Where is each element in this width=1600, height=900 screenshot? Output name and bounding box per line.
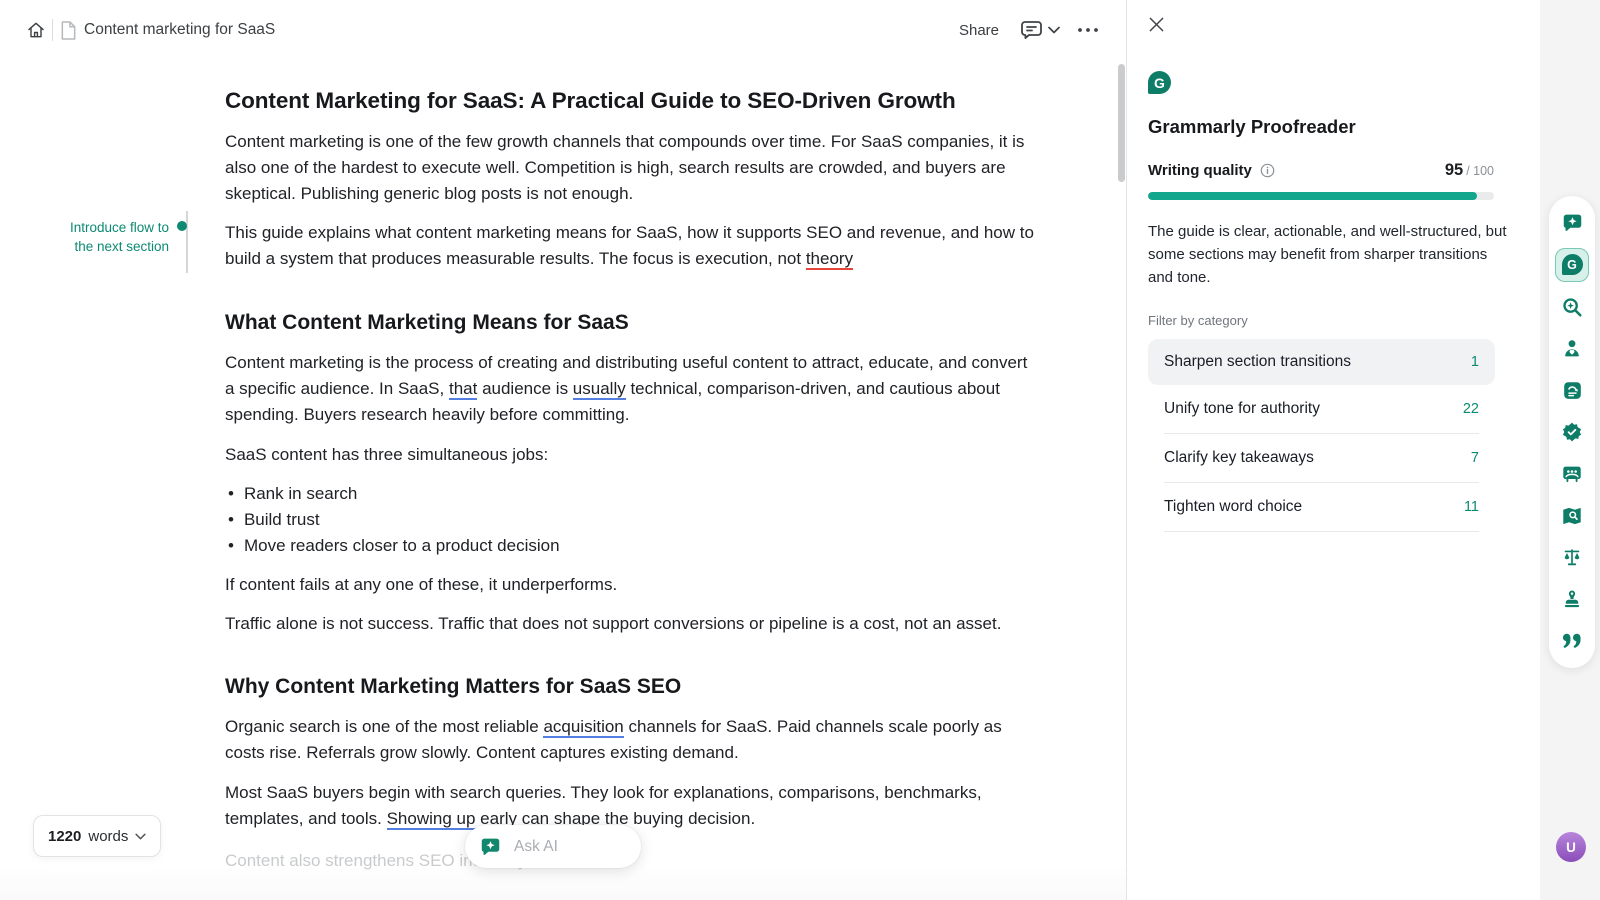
ask-ai-pill[interactable]	[465, 825, 641, 868]
comments-icon[interactable]	[1019, 18, 1044, 42]
category-label: Clarify key takeaways	[1164, 449, 1314, 467]
writing-quality-bar	[1148, 192, 1494, 200]
personal-voice-icon[interactable]	[1555, 331, 1589, 365]
grammarly-icon[interactable]: G	[1555, 248, 1589, 282]
doc-paragraph-3: Content marketing is the process of crea…	[225, 350, 1040, 428]
more-options-icon[interactable]	[1076, 27, 1100, 33]
margin-comment-line1: Introduce flow to	[63, 218, 169, 237]
word-count-chevron-icon	[135, 833, 146, 840]
category-label: Sharpen section transitions	[1164, 353, 1351, 371]
category-label: Unify tone for authority	[1164, 400, 1320, 418]
doc-paragraph-6: Traffic alone is not success. Traffic th…	[225, 611, 1040, 637]
margin-comment-line2: the next section	[63, 237, 169, 256]
audience-icon[interactable]	[1555, 457, 1589, 491]
citations-icon[interactable]	[1555, 624, 1589, 658]
panel-title: Grammarly Proofreader	[1148, 114, 1520, 140]
app-rail: G	[1549, 196, 1595, 668]
suggestion-underline-red[interactable]: theory	[806, 249, 853, 270]
grammarly-rail-letter: G	[1567, 258, 1577, 272]
rewrite-icon[interactable]	[1555, 373, 1589, 407]
category-count: 11	[1464, 499, 1479, 515]
p2-text: This guide explains what content marketi…	[225, 223, 1034, 268]
suggestion-underline-blue-1[interactable]: that	[449, 379, 477, 400]
doc-bullet-list: Rank in search Build trust Move readers …	[225, 481, 1040, 559]
balance-icon[interactable]	[1555, 540, 1589, 574]
category-tighten-word-choice[interactable]: Tighten word choice 11	[1164, 483, 1479, 532]
user-avatar[interactable]: U	[1556, 832, 1586, 862]
doc-paragraph-1: Content marketing is one of the few grow…	[225, 129, 1040, 207]
p7-text-1: Organic search is one of the most reliab…	[225, 717, 543, 736]
search-sparkle-icon[interactable]	[1555, 290, 1589, 324]
share-button[interactable]: Share	[959, 22, 999, 39]
word-count-label: words	[88, 828, 128, 845]
grammarly-logo-letter: G	[1154, 75, 1165, 91]
category-unify-tone[interactable]: Unify tone for authority 22	[1164, 385, 1479, 434]
stamp-icon[interactable]	[1555, 582, 1589, 616]
doc-paragraph-4: SaaS content has three simultaneous jobs…	[225, 442, 1040, 468]
doc-heading-2b: Why Content Marketing Matters for SaaS S…	[225, 673, 1040, 701]
ask-ai-sparkle-bubble-icon	[480, 836, 501, 857]
doc-paragraph-2: This guide explains what content marketi…	[225, 220, 1040, 272]
bullet-item-2: Build trust	[225, 507, 1040, 533]
avatar-initial: U	[1566, 840, 1576, 855]
filter-by-category-label: Filter by category	[1148, 313, 1520, 328]
p3-text-2: audience is	[477, 379, 572, 398]
topbar-divider	[52, 19, 53, 41]
category-sharpen-section-transitions[interactable]: Sharpen section transitions 1	[1148, 339, 1495, 385]
category-count: 22	[1463, 401, 1479, 417]
word-count-value: 1220	[48, 828, 81, 845]
margin-comment[interactable]: Introduce flow to the next section	[63, 218, 169, 256]
writing-quality-label: Writing quality	[1148, 162, 1252, 179]
ask-ai-input[interactable]	[512, 837, 616, 857]
doc-heading-2a: What Content Marketing Means for SaaS	[225, 309, 1040, 337]
category-clarify-takeaways[interactable]: Clarify key takeaways 7	[1164, 434, 1479, 483]
category-count: 1	[1471, 354, 1479, 370]
doc-heading-1: Content Marketing for SaaS: A Practical …	[225, 86, 1040, 116]
document-file-icon	[59, 20, 78, 41]
writing-quality-total: / 100	[1466, 164, 1494, 178]
grammarly-logo-icon: G	[1148, 71, 1171, 94]
info-icon[interactable]	[1260, 163, 1275, 178]
plagiarism-check-icon[interactable]	[1555, 499, 1589, 533]
writing-quality-fill	[1148, 192, 1477, 200]
suggestion-underline-blue-2[interactable]: usually	[573, 379, 626, 400]
home-icon[interactable]	[26, 20, 46, 40]
writing-quality-score: 95	[1445, 161, 1463, 180]
document-title[interactable]: Content marketing for SaaS	[84, 21, 275, 39]
doc-paragraph-7: Organic search is one of the most reliab…	[225, 714, 1040, 766]
quality-badge-icon[interactable]	[1555, 415, 1589, 449]
doc-paragraph-8: Most SaaS buyers begin with search queri…	[225, 780, 1040, 832]
doc-paragraph-5: If content fails at any one of these, it…	[225, 572, 1040, 598]
margin-comment-connector	[186, 211, 188, 273]
document-scrollbar[interactable]	[1118, 64, 1125, 182]
category-label: Tighten word choice	[1164, 498, 1302, 516]
suggestion-underline-blue-3[interactable]: acquisition	[543, 717, 623, 738]
document-area: Content marketing for SaaS Share	[0, 0, 1127, 900]
topbar: Content marketing for SaaS Share	[0, 0, 1126, 60]
editor-surface[interactable]: Content Marketing for SaaS: A Practical …	[225, 60, 1040, 874]
category-count: 7	[1471, 450, 1479, 466]
bullet-item-1: Rank in search	[225, 481, 1040, 507]
word-count-button[interactable]: 1220 words	[33, 815, 161, 857]
panel-summary: The guide is clear, actionable, and well…	[1148, 220, 1512, 289]
close-panel-icon[interactable]	[1148, 16, 1166, 34]
bullet-item-3: Move readers closer to a product decisio…	[225, 533, 1040, 559]
ask-ai-comment-icon[interactable]	[1555, 206, 1589, 240]
grammarly-panel: G Grammarly Proofreader Writing quality …	[1128, 0, 1540, 900]
margin-comment-dot-icon[interactable]	[177, 221, 187, 231]
comments-chevron-down-icon[interactable]	[1048, 26, 1060, 34]
